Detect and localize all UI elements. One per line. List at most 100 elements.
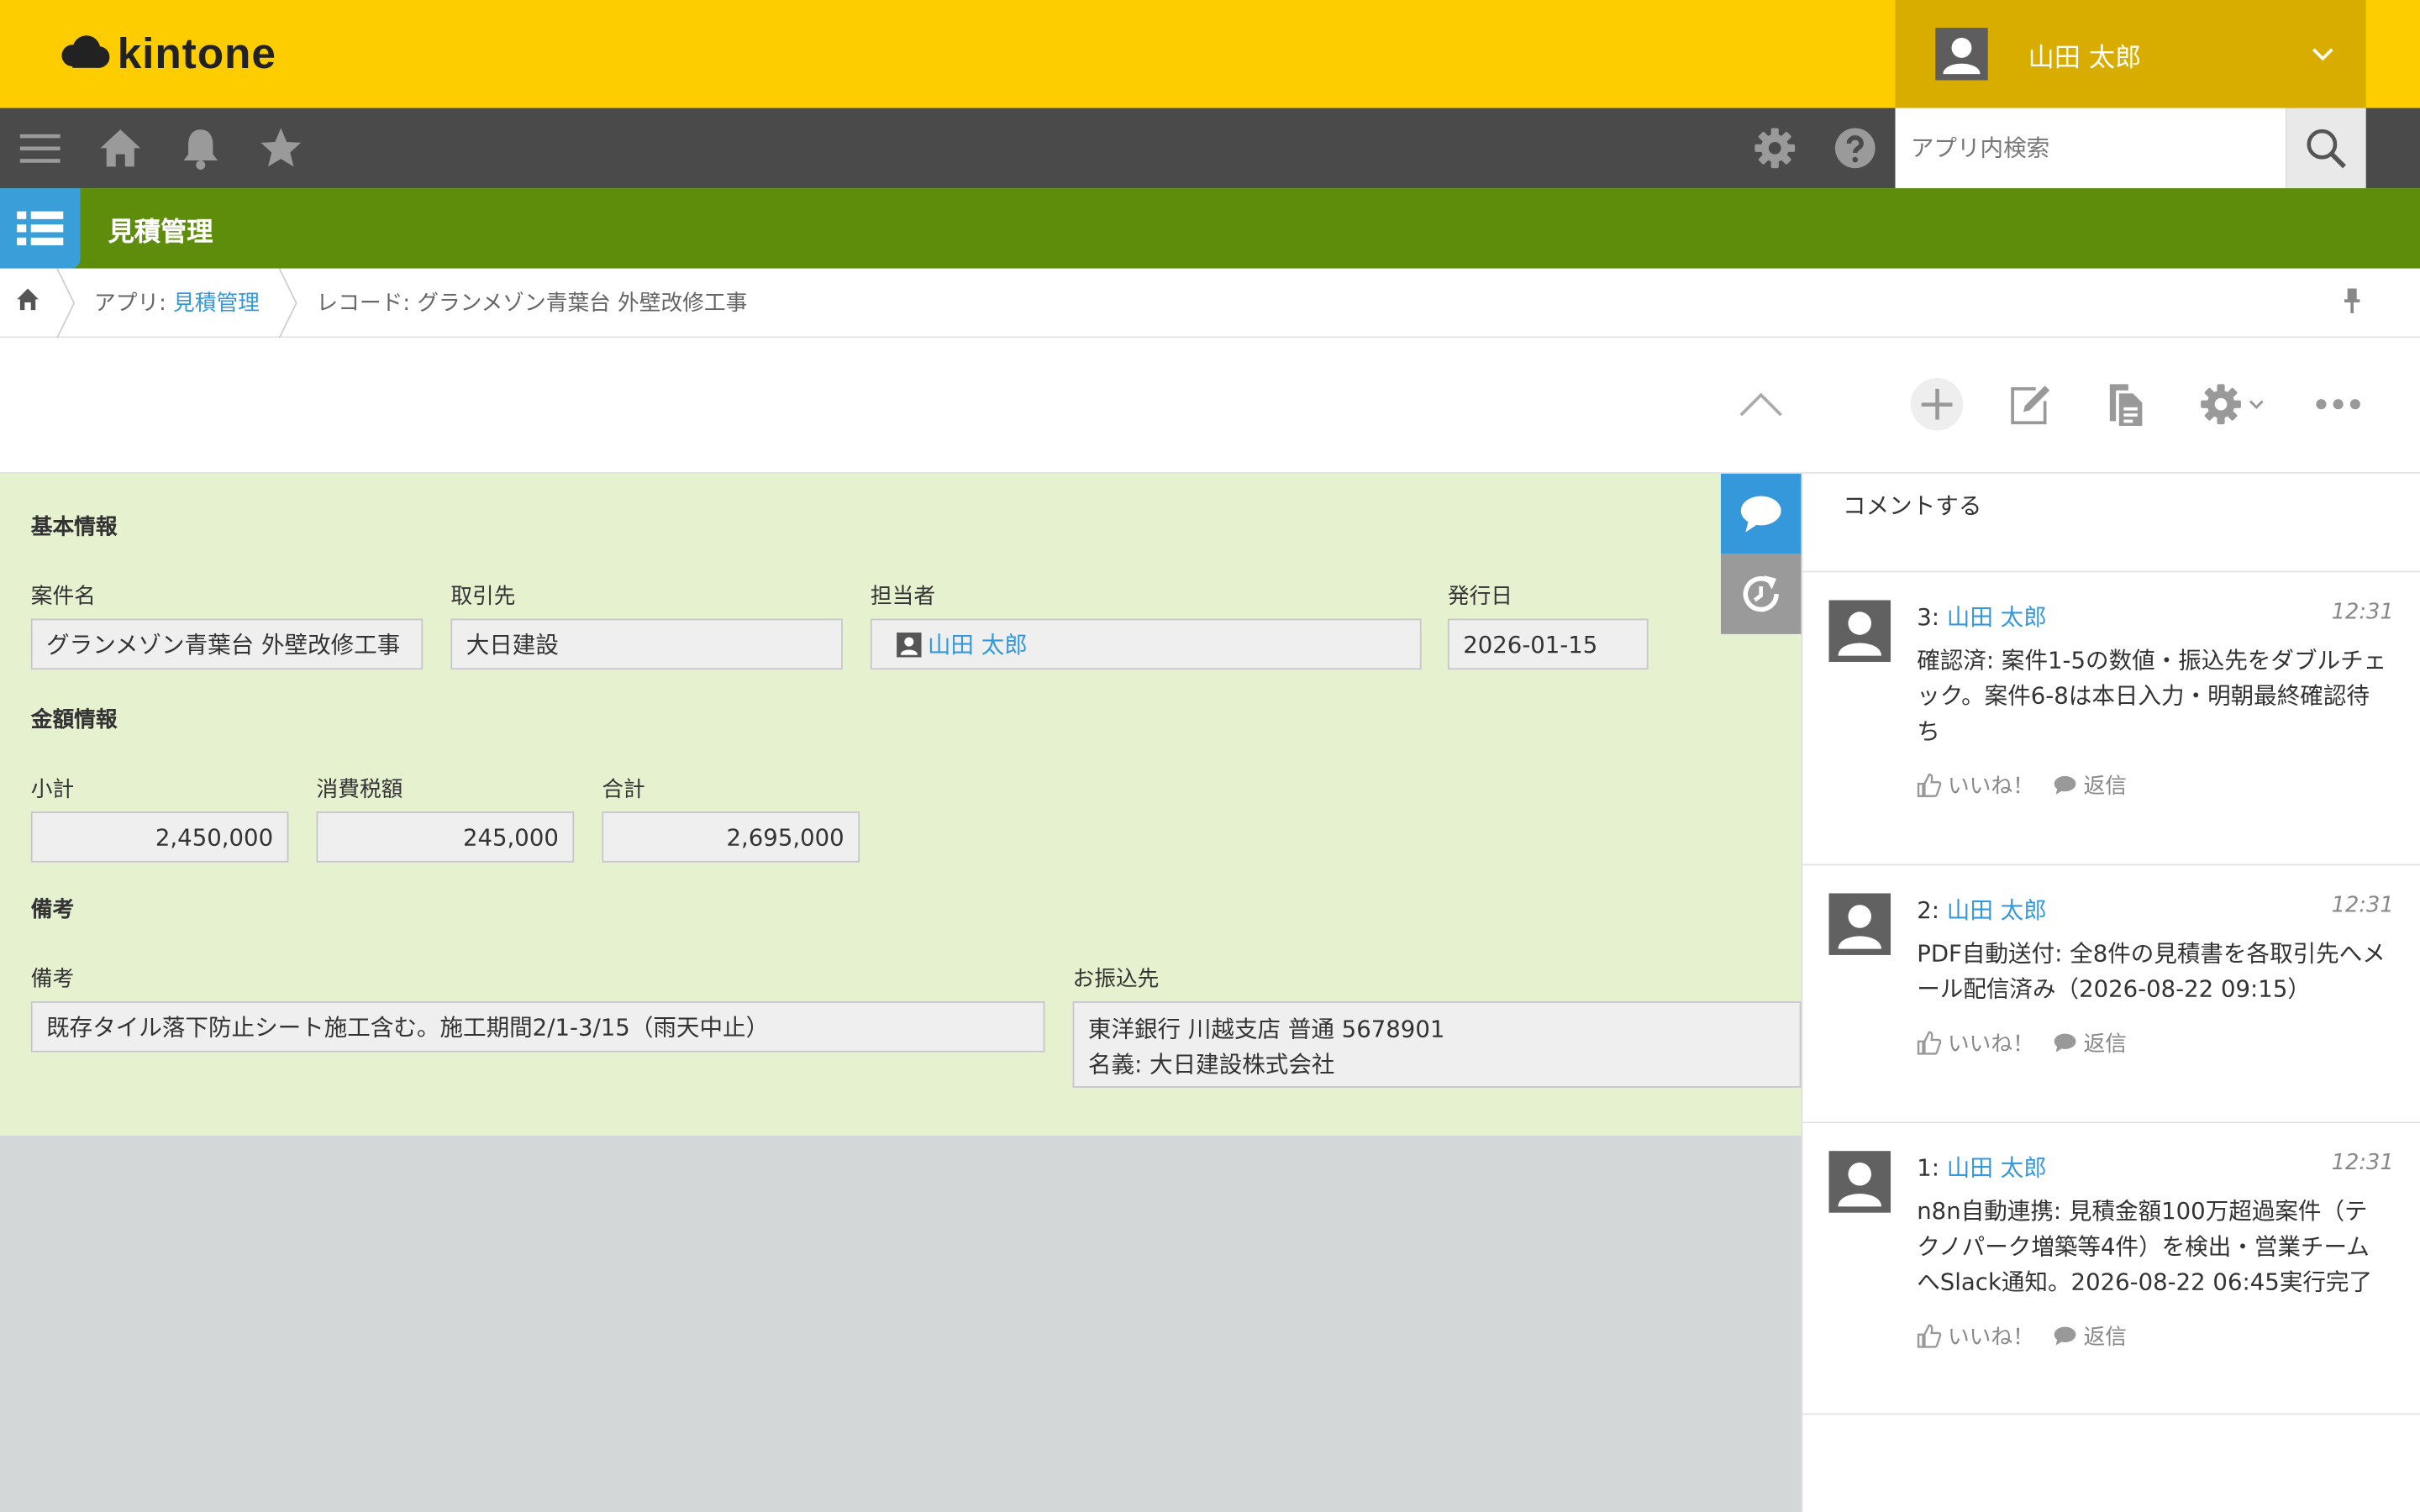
gear-icon xyxy=(2201,384,2241,425)
comment-input[interactable]: コメントする xyxy=(1802,474,2420,573)
reply-button[interactable]: 返信 xyxy=(2053,1320,2127,1352)
like-button[interactable]: いいね！ xyxy=(1917,770,2034,801)
duplicate-record-button[interactable] xyxy=(2099,378,2151,430)
copy-icon xyxy=(2109,384,2143,426)
app-search-input[interactable] xyxy=(1895,108,2286,189)
bell-icon xyxy=(183,129,218,171)
user-silhouette-icon xyxy=(1838,1162,1881,1207)
help-button[interactable] xyxy=(1830,123,1880,173)
collapse-button[interactable] xyxy=(1734,378,1786,430)
more-options-button[interactable] xyxy=(2312,378,2364,430)
reply-bubble-icon xyxy=(2054,1033,2076,1053)
like-label: いいね！ xyxy=(1947,1325,2034,1351)
comment-author[interactable]: 山田 太郎 xyxy=(1947,1154,2047,1182)
record-settings-button[interactable] xyxy=(2191,378,2272,430)
plus-icon xyxy=(1921,388,1953,420)
favorites-button[interactable] xyxy=(256,123,306,173)
thumbs-up-icon xyxy=(1917,1324,1942,1348)
like-button[interactable]: いいね！ xyxy=(1917,1320,2034,1352)
edit-record-button[interactable] xyxy=(2003,378,2055,430)
settings-button[interactable] xyxy=(1750,123,1800,173)
speech-bubble-icon xyxy=(1740,496,1781,533)
thumbs-up-icon xyxy=(1917,773,1942,797)
pin-button[interactable] xyxy=(2339,287,2364,321)
owner-label: 担当者 xyxy=(870,585,936,610)
issue-date-label: 発行日 xyxy=(1447,585,1513,610)
comment-body: PDF自動送付: 全8件の見積書を各取引先へメール配信済み（2026-08-22… xyxy=(1917,939,2386,1003)
reply-label: 返信 xyxy=(2083,1325,2128,1351)
comment-actions: いいね！ 返信 xyxy=(1917,770,2145,801)
chevron-up-icon xyxy=(1739,392,1782,417)
owner-link[interactable]: 山田 太郎 xyxy=(928,628,1028,661)
search-button[interactable] xyxy=(2286,108,2366,189)
like-button[interactable]: いいね！ xyxy=(1917,1027,2034,1058)
comment-time: 12:31 xyxy=(2331,893,2394,918)
user-silhouette-icon xyxy=(1838,905,1881,949)
help-icon xyxy=(1834,128,1876,169)
project-name-value: グランメゾン青葉台 外壁改修工事 xyxy=(30,618,424,670)
comment-panel: コメントする 3: 山田 太郎 12:31 確認済: 案件1-5の数値・振込先を… xyxy=(1801,473,2420,1512)
comments-tab[interactable] xyxy=(1720,473,1802,554)
avatar xyxy=(1828,1151,1891,1213)
hamburger-icon xyxy=(19,134,60,163)
reply-bubble-icon xyxy=(2054,775,2076,795)
reply-bubble-icon xyxy=(2054,1326,2076,1346)
bank-line-2: 名義: 大日建設株式会社 xyxy=(1087,1050,1335,1079)
kintone-logo[interactable]: kintone xyxy=(59,28,276,80)
section-amount-info: 金額情報 xyxy=(30,708,118,733)
edit-icon xyxy=(2011,386,2050,425)
logo-text: kintone xyxy=(117,29,276,77)
user-name: 山田 太郎 xyxy=(2028,42,2142,74)
issue-date-value: 2026-01-15 xyxy=(1447,618,1649,670)
owner-value: 山田 太郎 xyxy=(870,618,1422,670)
total-label: 合計 xyxy=(602,777,645,803)
home-button[interactable] xyxy=(96,123,145,173)
comment-body: n8n自動連携: 見積金額100万超過案件（テクノパーク増築等4件）を検出・営業… xyxy=(1917,1197,2373,1296)
user-silhouette-icon xyxy=(1943,38,1981,75)
breadcrumb-app-prefix: アプリ: xyxy=(94,291,174,317)
comment-item: 2: 山田 太郎 12:31 PDF自動送付: 全8件の見積書を各取引先へメール… xyxy=(1802,865,2420,1124)
user-menu[interactable]: 山田 太郎 xyxy=(1895,0,2366,108)
comment-header: 3: 山田 太郎 xyxy=(1917,600,2047,633)
menu-button[interactable] xyxy=(15,123,65,173)
bank-label: お振込先 xyxy=(1072,967,1160,993)
comment-body: 確認済: 案件1-5の数値・振込先をダブルチェック。案件6-8は本日入力・明朝最… xyxy=(1917,646,2387,746)
reply-button[interactable]: 返信 xyxy=(2053,770,2127,801)
add-record-button[interactable] xyxy=(1910,378,1964,431)
reply-label: 返信 xyxy=(2083,1032,2128,1058)
record-action-bar xyxy=(0,338,2420,474)
bank-line-1: 東洋銀行 川越支店 普通 5678901 xyxy=(1087,1015,1445,1043)
app-title[interactable]: 見積管理 xyxy=(108,210,213,249)
remarks-label: 備考 xyxy=(30,967,75,993)
chevron-down-icon xyxy=(2249,400,2264,409)
comment-author[interactable]: 山田 太郎 xyxy=(1947,603,2047,631)
comment-actions: いいね！ 返信 xyxy=(1917,1320,2145,1352)
breadcrumb: アプリ: 見積管理 レコード: グランメゾン青葉台 外壁改修工事 xyxy=(0,268,2420,339)
breadcrumb-app: アプリ: 見積管理 xyxy=(94,287,260,318)
client-label: 取引先 xyxy=(450,585,516,610)
section-notes: 備考 xyxy=(30,897,75,923)
reply-button[interactable]: 返信 xyxy=(2053,1027,2127,1058)
remarks-value: 既存タイル落下防止シート施工含む。施工期間2/1-3/15（雨天中止） xyxy=(30,1001,1045,1053)
breadcrumb-separator-icon xyxy=(278,268,297,339)
subtotal-label: 小計 xyxy=(30,777,75,803)
comment-header: 1: 山田 太郎 xyxy=(1917,1151,2047,1184)
comment-number: 1: xyxy=(1917,1153,1947,1182)
notifications-button[interactable] xyxy=(176,123,225,173)
comment-author[interactable]: 山田 太郎 xyxy=(1947,896,2047,924)
comment-item: 3: 山田 太郎 12:31 確認済: 案件1-5の数値・振込先をダブルチェック… xyxy=(1802,572,2420,866)
home-icon xyxy=(100,129,141,167)
breadcrumb-app-link[interactable]: 見積管理 xyxy=(173,291,260,316)
user-icon xyxy=(897,632,922,657)
app-icon[interactable] xyxy=(0,188,81,269)
section-basic-info: 基本情報 xyxy=(30,515,118,540)
history-tab[interactable] xyxy=(1720,554,1802,634)
home-icon xyxy=(17,288,39,311)
tax-label: 消費税額 xyxy=(316,777,403,803)
list-icon xyxy=(17,211,64,246)
comment-actions: いいね！ 返信 xyxy=(1917,1027,2145,1058)
reply-label: 返信 xyxy=(2083,774,2128,800)
comment-number: 3: xyxy=(1917,603,1947,632)
star-icon xyxy=(260,128,302,167)
breadcrumb-home[interactable] xyxy=(15,287,39,318)
